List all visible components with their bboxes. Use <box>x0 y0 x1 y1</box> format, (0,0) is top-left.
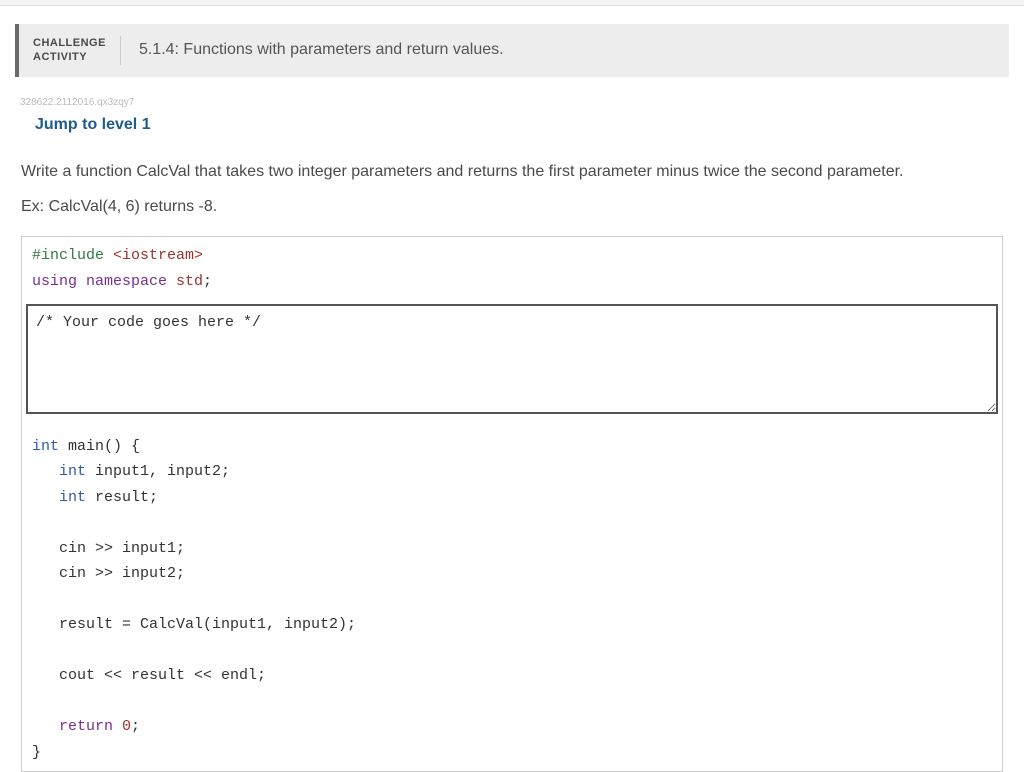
code-main: int main() { int input1, input2; int res… <box>22 428 1002 772</box>
code-token: int <box>32 438 59 455</box>
code-token: result = CalcVal(input1, input2); <box>32 616 356 633</box>
code-preamble: #include <iostream> using namespace std; <box>22 237 1002 300</box>
label-line-2: ACTIVITY <box>33 50 106 64</box>
code-token: ; <box>131 718 140 735</box>
problem-example: Ex: CalcVal(4, 6) returns -8. <box>15 198 1009 216</box>
code-token: int <box>32 463 86 480</box>
code-editor: #include <iostream> using namespace std;… <box>21 236 1003 772</box>
code-token: #include <box>32 247 104 264</box>
serial-code: 328622.2112016.qx3zqy7 <box>15 97 1009 108</box>
code-input[interactable] <box>26 304 998 414</box>
challenge-activity-header: CHALLENGE ACTIVITY 5.1.4: Functions with… <box>15 24 1009 77</box>
code-token: input1, input2; <box>86 463 230 480</box>
code-token: using <box>32 273 77 290</box>
problem-prompt: Write a function CalcVal that takes two … <box>15 159 1009 185</box>
code-token: return <box>32 718 113 735</box>
challenge-activity-label: CHALLENGE ACTIVITY <box>19 36 121 65</box>
label-line-1: CHALLENGE <box>33 36 106 50</box>
activity-title: 5.1.4: Functions with parameters and ret… <box>121 41 504 59</box>
code-token: result; <box>86 489 158 506</box>
jump-to-level-link[interactable]: Jump to level 1 <box>15 116 1009 134</box>
code-token: cin >> input2; <box>32 565 185 582</box>
code-token: cin >> input1; <box>32 540 185 557</box>
code-token: cout << result << endl; <box>32 667 266 684</box>
code-token: int <box>32 489 86 506</box>
code-token: namespace <box>77 273 167 290</box>
code-token: std <box>167 273 203 290</box>
code-token: <iostream> <box>104 247 203 264</box>
code-token: 0 <box>113 718 131 735</box>
code-token: ; <box>203 273 212 290</box>
code-input-wrapper <box>22 300 1002 428</box>
code-token: } <box>32 744 41 761</box>
content-container: CHALLENGE ACTIVITY 5.1.4: Functions with… <box>0 6 1024 772</box>
code-token: main <box>59 438 104 455</box>
code-token: () { <box>104 438 140 455</box>
